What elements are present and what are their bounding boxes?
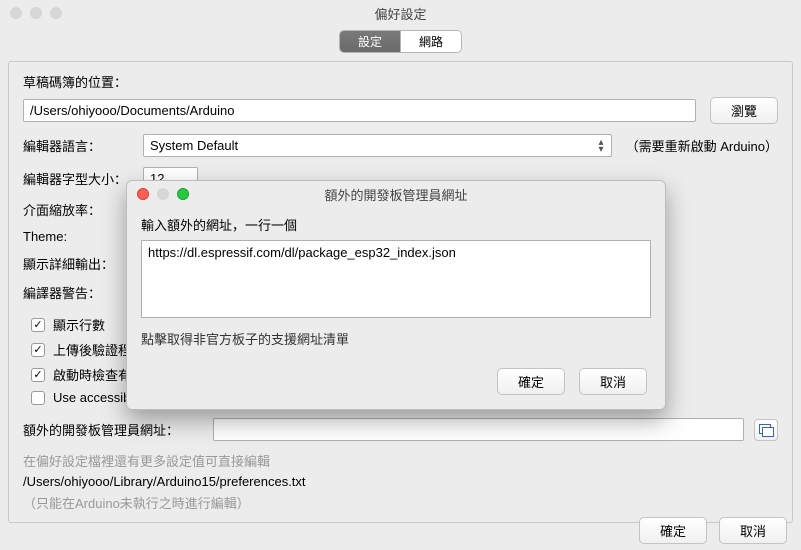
- sketchbook-label: 草稿碼簿的位置：: [23, 72, 778, 91]
- font-size-label: 編輯器字型大小：: [23, 169, 143, 188]
- window-titlebar: 偏好設定: [0, 0, 801, 26]
- modal-titlebar: 額外的開發板管理員網址: [127, 181, 665, 207]
- window-stack-icon: [759, 424, 773, 436]
- modal-traffic-lights: [137, 188, 189, 200]
- footer-more-settings: 在偏好設定檔裡還有更多設定值可直接編輯: [23, 451, 778, 470]
- checkbox-check-updates-label: 啟動時檢查有: [53, 365, 131, 384]
- footer-edit-note: （只能在Arduino未執行之時進行編輯）: [23, 493, 778, 512]
- extra-urls-modal: 額外的開發板管理員網址 輸入額外的網址，一行一個 點擊取得非官方板子的支援網址清…: [126, 180, 666, 410]
- cancel-button[interactable]: 取消: [719, 517, 787, 544]
- editor-language-select[interactable]: System Default ▴▾: [143, 134, 612, 157]
- checkbox-verify-upload[interactable]: [31, 343, 45, 357]
- tab-network[interactable]: 網路: [401, 31, 461, 52]
- open-extra-urls-button[interactable]: [754, 419, 778, 441]
- close-icon[interactable]: [137, 188, 149, 200]
- checkbox-verify-upload-label: 上傳後驗證程: [53, 340, 131, 359]
- minimize-icon[interactable]: [157, 188, 169, 200]
- modal-instruction: 輸入額外的網址，一行一個: [141, 215, 651, 234]
- interface-scale-label: 介面縮放率：: [23, 200, 143, 219]
- chevron-updown-icon: ▴▾: [599, 139, 604, 153]
- browse-button[interactable]: 瀏覽: [710, 97, 778, 124]
- ok-button[interactable]: 確定: [639, 517, 707, 544]
- compiler-warnings-label: 編譯器警告：: [23, 283, 143, 302]
- window-title: 偏好設定: [374, 4, 426, 23]
- zoom-icon[interactable]: [50, 7, 62, 19]
- traffic-lights: [10, 7, 62, 19]
- close-icon[interactable]: [10, 7, 22, 19]
- extra-urls-textarea[interactable]: [141, 240, 651, 318]
- minimize-icon[interactable]: [30, 7, 42, 19]
- verbose-output-label: 顯示詳細輸出：: [23, 254, 143, 273]
- unofficial-boards-link[interactable]: 點擊取得非官方板子的支援網址清單: [141, 329, 651, 348]
- extra-urls-input[interactable]: [213, 418, 744, 441]
- editor-language-label: 編輯器語言：: [23, 136, 143, 155]
- checkbox-check-updates[interactable]: [31, 368, 45, 382]
- sketchbook-path-input[interactable]: [23, 99, 696, 122]
- modal-ok-button[interactable]: 確定: [497, 368, 565, 395]
- footer-pref-path: /Users/ohiyooo/Library/Arduino15/prefere…: [23, 474, 778, 489]
- extra-urls-label: 額外的開發板管理員網址：: [23, 420, 213, 439]
- editor-language-note: （需要重新啟動 Arduino）: [626, 136, 778, 155]
- modal-buttons: 確定 取消: [127, 360, 665, 409]
- modal-cancel-button[interactable]: 取消: [579, 368, 647, 395]
- checkbox-line-numbers[interactable]: [31, 318, 45, 332]
- checkbox-line-numbers-label: 顯示行數: [53, 315, 105, 334]
- tab-settings[interactable]: 設定: [340, 31, 401, 52]
- modal-title: 額外的開發板管理員網址: [324, 185, 467, 204]
- zoom-icon[interactable]: [177, 188, 189, 200]
- theme-label: Theme:: [23, 229, 143, 244]
- checkbox-accessibility[interactable]: [31, 391, 45, 405]
- tab-strip: 設定 網路: [0, 26, 801, 61]
- tabs: 設定 網路: [339, 30, 462, 53]
- editor-language-value: System Default: [143, 134, 612, 157]
- dialog-buttons: 確定 取消: [639, 517, 787, 544]
